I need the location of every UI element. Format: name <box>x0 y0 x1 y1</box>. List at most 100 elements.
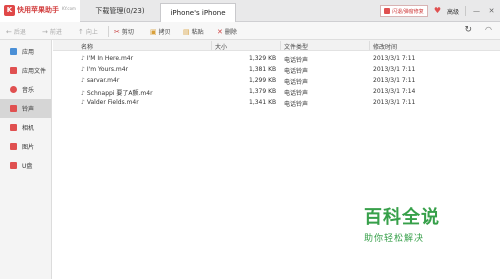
sidebar-item-label: 应用 <box>22 49 35 56</box>
music-note-icon: ♪ <box>81 99 85 106</box>
file-size: 1,381 KB <box>249 66 277 73</box>
sidebar-item-label: 音乐 <box>22 87 35 94</box>
sidebar-item-ringtones[interactable]: 铃声 <box>0 99 51 118</box>
table-row[interactable]: ♪ I'm Yours.m4r 1,381 KB 电话铃声 2013/3/1 7:… <box>53 64 500 75</box>
arrow-left-icon: ← <box>6 27 12 36</box>
copy-label: 拷贝 <box>158 29 171 36</box>
file-name-cell: ♪ I'M In Here.m4r <box>81 55 133 62</box>
sidebar-item-camera[interactable]: 相机 <box>0 118 51 137</box>
back-button[interactable]: ← 后退 <box>6 26 26 37</box>
tab-device[interactable]: iPhone's iPhone <box>160 3 236 22</box>
kuaiyong-logo-icon: K <box>4 5 15 16</box>
file-modified: 2013/3/1 7:11 <box>373 55 416 62</box>
file-name: Valder Fields.m4r <box>86 99 139 106</box>
table-row[interactable]: ♪ Valder Fields.m4r 1,341 KB 电话铃声 2013/3/… <box>53 97 500 108</box>
crash-fix-button[interactable]: 闪退/弹窗修复 <box>380 5 428 17</box>
app-files-icon <box>10 67 17 74</box>
delete-button[interactable]: ✕ 删除 <box>217 26 237 37</box>
sidebar-item-label: 应用文件 <box>22 68 47 75</box>
close-icon[interactable]: ✕ <box>487 7 496 15</box>
heart-icon[interactable]: ♥ <box>434 6 441 16</box>
copy-icon: ▣ <box>150 27 157 36</box>
sidebar-item-label: 相机 <box>22 125 35 132</box>
column-header-modified[interactable]: 修改时间 <box>373 42 397 51</box>
column-header-size[interactable]: 大小 <box>215 42 227 51</box>
file-size: 1,299 KB <box>249 77 277 84</box>
clipboard-icon: ▤ <box>183 27 190 36</box>
title-bar-actions: 闪退/弹窗修复 ♥ 高级 — ✕ <box>380 4 496 18</box>
delete-x-icon: ✕ <box>217 27 223 36</box>
cut-button[interactable]: ✂ 剪切 <box>114 26 134 37</box>
sidebar-item-app-files[interactable]: 应用文件 <box>0 61 51 80</box>
file-name-cell: ♪ Valder Fields.m4r <box>81 99 139 106</box>
back-label: 后退 <box>13 29 26 36</box>
file-name-cell: ♪ I'm Yours.m4r <box>81 66 128 73</box>
delete-label: 删除 <box>224 29 237 36</box>
usb-drive-icon <box>10 162 17 169</box>
forward-button[interactable]: → 前进 <box>42 26 62 37</box>
app-name: 快用苹果助手 <box>17 6 59 14</box>
scissors-icon: ✂ <box>114 27 120 36</box>
file-name-cell: ♪ sarvar.m4r <box>81 77 119 84</box>
minimize-icon[interactable]: — <box>472 7 481 15</box>
sidebar-item-label: U盘 <box>22 163 33 170</box>
refresh-icon[interactable]: ↻ <box>464 25 472 35</box>
sidebar-item-usb-drive[interactable]: U盘 <box>0 156 51 175</box>
file-name: sarvar.m4r <box>86 77 120 84</box>
file-modified: 2013/3/1 7:11 <box>373 99 416 106</box>
column-divider[interactable] <box>211 41 212 50</box>
column-header-type[interactable]: 文件类型 <box>284 42 308 51</box>
up-button[interactable]: ↑ 向上 <box>78 26 98 37</box>
music-note-icon: ♪ <box>81 90 85 97</box>
sidebar-item-apps[interactable]: 应用 <box>0 42 51 61</box>
column-header-name[interactable]: 名称 <box>81 42 93 51</box>
file-type: 电话铃声 <box>284 68 309 75</box>
apps-icon <box>10 48 17 55</box>
file-type: 电话铃声 <box>284 101 309 108</box>
column-divider[interactable] <box>280 41 281 50</box>
table-row[interactable]: ♪ Schnappi 要了A颤.m4r 1,379 KB 电话铃声 2013/3/… <box>53 86 500 97</box>
file-toolbar: ← 后退 → 前进 ↑ 向上 ✂ 剪切 ▣ 拷贝 ▤ 粘贴 ✕ 删除 ↻ ◠ <box>0 22 500 40</box>
crash-fix-label: 闪退/弹窗修复 <box>392 8 424 15</box>
camera-icon <box>10 124 17 131</box>
sidebar-item-pictures[interactable]: 图片 <box>0 137 51 156</box>
arrow-up-icon: ↑ <box>78 27 84 36</box>
paste-button[interactable]: ▤ 粘贴 <box>183 26 204 37</box>
table-row[interactable]: ♪ I'M In Here.m4r 1,329 KB 电话铃声 2013/3/1 … <box>53 53 500 64</box>
wifi-icon[interactable]: ◠ <box>485 25 492 34</box>
file-size: 1,329 KB <box>249 55 277 62</box>
file-modified: 2013/3/1 7:11 <box>373 66 416 73</box>
ringtone-icon <box>10 105 17 112</box>
file-name-cell: ♪ Schnappi 要了A颤.m4r <box>81 88 153 97</box>
table-row[interactable]: ♪ sarvar.m4r 1,299 KB 电话铃声 2013/3/1 7:11 <box>53 75 500 86</box>
music-icon <box>10 86 17 93</box>
sidebar-item-label: 图片 <box>22 144 35 151</box>
divider <box>465 6 466 16</box>
copy-button[interactable]: ▣ 拷贝 <box>150 26 171 37</box>
watermark-subtitle: 助你轻松解决 <box>364 234 425 244</box>
file-type: 电话铃声 <box>284 57 309 64</box>
file-name: I'm Yours.m4r <box>86 66 128 73</box>
file-modified: 2013/3/1 7:14 <box>373 88 416 95</box>
quality-label[interactable]: 高级 <box>447 7 459 16</box>
pictures-icon <box>10 143 17 150</box>
column-divider[interactable] <box>369 41 370 50</box>
music-note-icon: ♪ <box>81 55 85 62</box>
up-label: 向上 <box>85 29 98 36</box>
file-size: 1,341 KB <box>249 99 277 106</box>
app-sub-label: KY.com <box>62 6 76 11</box>
tab-download-manager[interactable]: 下载管理(0/23) <box>84 0 156 22</box>
forward-label: 前进 <box>49 29 62 36</box>
file-name: Schnappi 要了A颤.m4r <box>86 90 153 97</box>
toolbar-divider <box>108 26 109 37</box>
cut-label: 剪切 <box>121 29 134 36</box>
music-note-icon: ♪ <box>81 77 85 84</box>
table-header: 名称 大小 文件类型 修改时间 <box>53 40 500 51</box>
paste-label: 粘贴 <box>191 29 204 36</box>
sidebar: 应用 应用文件 音乐 铃声 相机 图片 U盘 <box>0 40 52 279</box>
sidebar-item-label: 铃声 <box>22 106 35 113</box>
file-modified: 2013/3/1 7:11 <box>373 77 416 84</box>
title-bar: K 快用苹果助手 KY.com 下载管理(0/23) iPhone's iPho… <box>0 0 500 22</box>
app-logo: K 快用苹果助手 KY.com <box>0 0 80 22</box>
sidebar-item-music[interactable]: 音乐 <box>0 80 51 99</box>
